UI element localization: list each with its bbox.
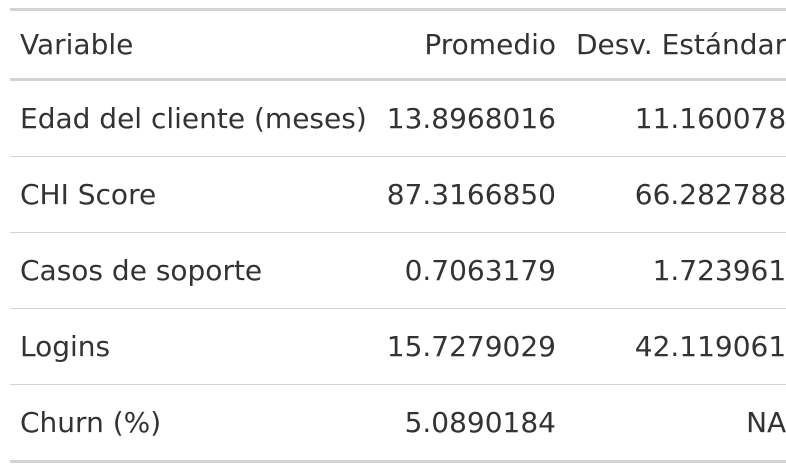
cell-variable: Casos de soporte	[20, 254, 263, 287]
table-row: Casos de soporte 0.7063179 1.723961	[10, 233, 786, 309]
table-row: CHI Score 87.3166850 66.282788	[10, 157, 786, 233]
cell-variable: Edad del cliente (meses)	[20, 102, 367, 135]
cell-variable: CHI Score	[20, 178, 157, 211]
cell-promedio: 87.3166850	[386, 178, 556, 211]
table-body: Edad del cliente (meses) 13.8968016 11.1…	[10, 80, 786, 462]
cell-desv-estandar: 1.723961	[652, 254, 786, 287]
column-header-variable: Variable	[20, 28, 134, 61]
cell-variable: Churn (%)	[20, 406, 162, 439]
cell-variable: Logins	[20, 330, 111, 363]
table-row: Churn (%) 5.0890184 NA	[10, 385, 786, 462]
header-row: Variable Promedio Desv. Estándar	[10, 9, 786, 80]
column-header-promedio: Promedio	[424, 28, 556, 61]
cell-promedio: 0.7063179	[404, 254, 556, 287]
table-row: Logins 15.7279029 42.119061	[10, 309, 786, 385]
cell-promedio: 15.7279029	[386, 330, 556, 363]
cell-desv-estandar: 42.119061	[634, 330, 786, 363]
table-row: Edad del cliente (meses) 13.8968016 11.1…	[10, 80, 786, 157]
table-header: Variable Promedio Desv. Estándar	[10, 9, 786, 80]
cell-desv-estandar: NA	[746, 406, 786, 439]
cell-promedio: 13.8968016	[386, 102, 556, 135]
summary-statistics-table: Variable Promedio Desv. Estándar Edad de…	[10, 8, 786, 463]
cell-promedio: 5.0890184	[404, 406, 556, 439]
summary-table-container: Variable Promedio Desv. Estándar Edad de…	[10, 8, 786, 463]
cell-desv-estandar: 66.282788	[634, 178, 786, 211]
cell-desv-estandar: 11.160078	[634, 102, 786, 135]
column-header-desv-estandar: Desv. Estándar	[576, 28, 786, 61]
